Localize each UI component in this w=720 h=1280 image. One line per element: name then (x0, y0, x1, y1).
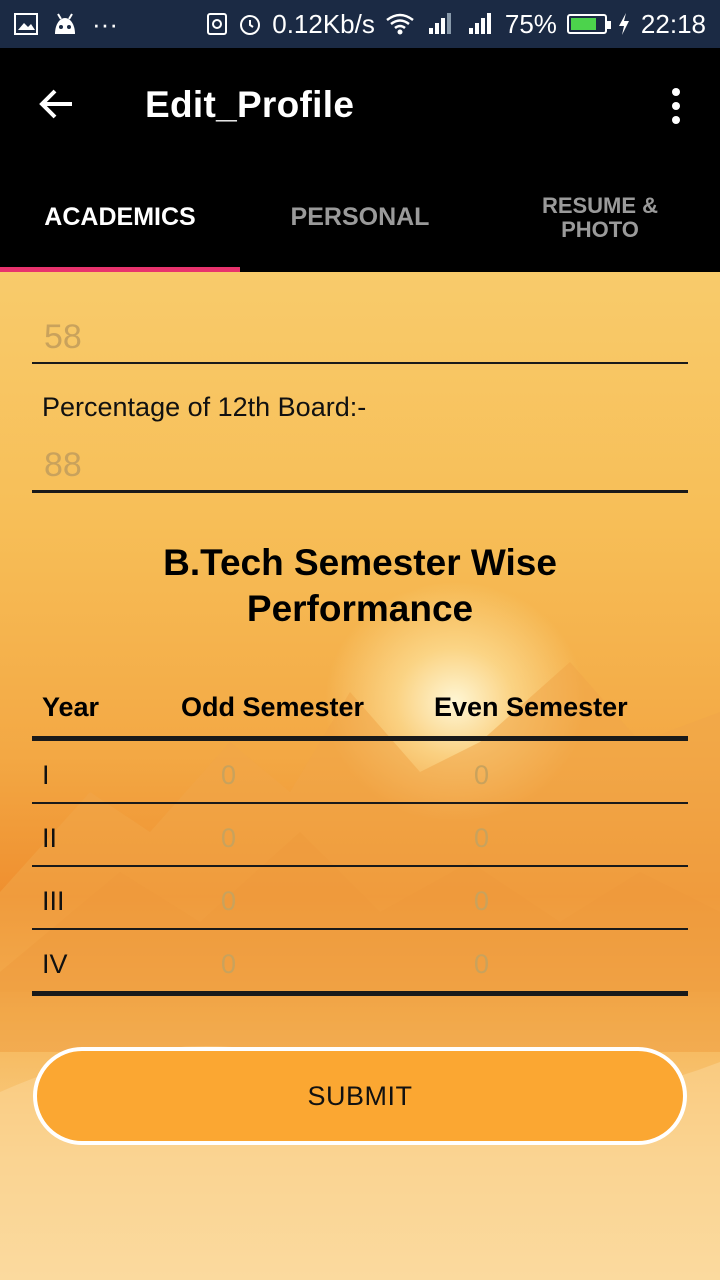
twelfth-percentage-value[interactable]: 88 (44, 446, 82, 485)
tab-academics[interactable]: ACADEMICS (0, 164, 240, 272)
odd-semester-input[interactable]: 0 (221, 823, 236, 854)
android-icon (52, 12, 78, 36)
header-year: Year (42, 692, 100, 722)
twelfth-percentage-underline (32, 490, 688, 493)
table-row-divider (32, 865, 688, 867)
network-speed: 0.12Kb/s (272, 8, 375, 39)
table-row-divider (32, 802, 688, 804)
table-row-year: IV (42, 949, 68, 979)
signal-1-icon (425, 12, 455, 36)
status-bar: ··· 0.12Kb/s 75% 22:18 (0, 0, 720, 48)
odd-semester-input[interactable]: 0 (221, 949, 236, 980)
nfc-icon (206, 12, 228, 36)
table-row-year: I (42, 760, 50, 790)
section-title-line1: B.Tech Semester Wise (163, 542, 557, 583)
header-odd-semester: Odd Semester (181, 692, 365, 722)
section-title-line2: Performance (246, 588, 474, 629)
twelfth-percentage-label: Percentage of 12th Board:- (42, 392, 367, 422)
even-semester-input[interactable]: 0 (474, 823, 489, 854)
more-vert-icon (672, 88, 680, 96)
signal-2-icon (465, 12, 495, 36)
tab-bar: ACADEMICS PERSONAL RESUME & PHOTO (0, 164, 720, 272)
table-row-year: II (42, 823, 58, 853)
table-header-divider (32, 736, 688, 741)
overflow-menu-button[interactable] (656, 82, 696, 130)
back-button[interactable] (30, 78, 82, 130)
odd-semester-input[interactable]: 0 (221, 886, 236, 917)
battery-icon (566, 14, 611, 34)
table-row-divider (32, 928, 688, 930)
even-semester-input[interactable]: 0 (474, 949, 489, 980)
tenth-percentage-underline (32, 362, 688, 364)
table-bottom-divider (32, 991, 688, 996)
submit-button[interactable]: SUBMIT (33, 1047, 687, 1145)
tab-personal[interactable]: PERSONAL (240, 164, 480, 272)
arrow-left-icon (39, 89, 72, 119)
charging-icon (617, 12, 631, 36)
page-title: Edit_Profile (145, 84, 355, 125)
even-semester-input[interactable]: 0 (474, 886, 489, 917)
tenth-percentage-value[interactable]: 58 (44, 318, 82, 357)
odd-semester-input[interactable]: 0 (221, 760, 236, 791)
clock: 22:18 (640, 8, 706, 39)
table-row-year: III (42, 886, 65, 916)
battery-percent: 75% (504, 8, 557, 39)
wifi-icon (385, 13, 415, 35)
even-semester-input[interactable]: 0 (474, 760, 489, 791)
header-even-semester: Even Semester (434, 692, 628, 722)
image-icon (14, 13, 38, 35)
app-bar: Edit_Profile (0, 48, 720, 164)
tab-resume-photo[interactable]: RESUME & PHOTO (480, 164, 720, 272)
more-notifications-icon: ··· (92, 8, 118, 39)
alarm-icon (238, 12, 262, 36)
